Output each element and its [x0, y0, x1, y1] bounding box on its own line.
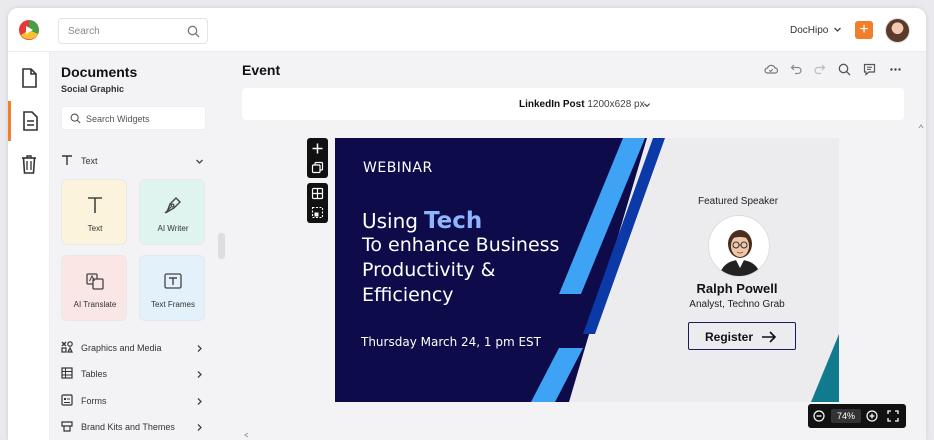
- scroll-left-icon[interactable]: [244, 432, 250, 438]
- redo-icon[interactable]: [814, 63, 826, 75]
- chevron-right-icon: [197, 398, 202, 405]
- cloud-save-icon[interactable]: [764, 63, 778, 75]
- featured-speaker-label[interactable]: Featured Speaker: [698, 196, 778, 207]
- text-section-label: Text: [81, 156, 98, 166]
- document-icon: [23, 111, 38, 131]
- tile-label: Text: [87, 224, 103, 233]
- size-label: LinkedIn Post 1200x628 px: [519, 99, 645, 110]
- tile-text[interactable]: Text: [61, 179, 127, 245]
- page-tools: [307, 138, 328, 178]
- translate-icon: [86, 273, 104, 290]
- shapes-icon: [61, 341, 73, 353]
- webinar-eyebrow[interactable]: WEBINAR: [363, 160, 433, 176]
- undo-icon[interactable]: [790, 63, 802, 75]
- vertical-scrollbar[interactable]: [918, 124, 924, 434]
- rail-item-documents[interactable]: [8, 101, 50, 141]
- search-icon: [70, 113, 81, 124]
- zoom-control: 74%: [808, 404, 906, 428]
- widget-panel: Documents Social Graphic Search Widgets …: [50, 52, 218, 440]
- tile-label: AI Writer: [157, 224, 189, 233]
- text-frame-icon: [164, 273, 182, 289]
- search-placeholder: Search: [68, 26, 100, 37]
- register-label: Register: [705, 330, 754, 344]
- tile-label: Text Frames: [150, 300, 195, 309]
- size-dims: 1200x628 px: [587, 99, 645, 110]
- headline-line[interactable]: To enhance Business: [362, 234, 559, 256]
- headline-first-line[interactable]: Using Tech: [362, 208, 482, 234]
- widget-search-input[interactable]: Search Widgets: [61, 106, 206, 130]
- size-selector[interactable]: LinkedIn Post 1200x628 px: [242, 88, 904, 120]
- section-label: Forms: [81, 396, 107, 406]
- arrow-right-icon: [762, 331, 777, 343]
- section-label: Graphics and Media: [81, 343, 162, 353]
- fullscreen-icon[interactable]: [887, 410, 899, 422]
- add-page-icon[interactable]: [311, 142, 324, 155]
- text-icon: [62, 155, 72, 165]
- chevron-down-icon: [196, 159, 203, 164]
- tile-ai-writer[interactable]: AI Writer: [139, 179, 205, 245]
- app-window: Search DocHipo + Documents Social Graphi…: [8, 8, 926, 440]
- search-input[interactable]: Search: [58, 18, 208, 44]
- section-label: Tables: [81, 369, 108, 379]
- widget-search-placeholder: Search Widgets: [86, 114, 150, 124]
- left-rail: [8, 52, 50, 440]
- chevron-right-icon: [197, 424, 202, 431]
- panel-collapse-handle[interactable]: [218, 233, 225, 259]
- tile-label: AI Translate: [73, 300, 117, 309]
- pen-nib-icon: [164, 197, 181, 214]
- chevron-down-icon[interactable]: [833, 25, 842, 34]
- zoom-value[interactable]: 74%: [831, 409, 861, 423]
- top-bar: Search DocHipo +: [8, 8, 926, 52]
- tile-ai-translate[interactable]: AI Translate: [61, 255, 127, 321]
- more-options-icon[interactable]: [889, 63, 902, 76]
- rail-item-new[interactable]: [8, 58, 50, 98]
- size-name: LinkedIn Post: [519, 99, 585, 110]
- brand-kit-icon: [61, 421, 73, 432]
- form-icon: [61, 394, 73, 406]
- speaker-name[interactable]: Ralph Powell: [655, 281, 819, 296]
- workspace-selector-label[interactable]: DocHipo: [790, 25, 828, 36]
- tile-text-frames[interactable]: Text Frames: [139, 255, 205, 321]
- text-section-header[interactable]: Text: [61, 152, 206, 170]
- grid-tools: [307, 183, 328, 223]
- chevron-right-icon: [197, 345, 202, 352]
- table-icon: [61, 367, 73, 379]
- panel-title: Documents: [61, 64, 138, 80]
- zoom-in-icon[interactable]: [866, 410, 878, 422]
- section-tables[interactable]: Tables: [61, 365, 206, 383]
- headline-highlight: Tech: [424, 208, 483, 234]
- zoom-out-icon[interactable]: [813, 410, 825, 422]
- grid-icon[interactable]: [311, 187, 324, 200]
- duplicate-icon[interactable]: [311, 161, 324, 174]
- headline-line[interactable]: Productivity &: [362, 259, 496, 281]
- search-icon: [187, 25, 200, 38]
- headline-lead: Using: [362, 209, 418, 233]
- event-date[interactable]: Thursday March 24, 1 pm EST: [361, 335, 541, 349]
- chevron-right-icon: [197, 371, 202, 378]
- text-icon: [88, 197, 102, 213]
- design-canvas[interactable]: WEBINAR Using Tech To enhance Business Pr…: [335, 138, 839, 402]
- search-icon[interactable]: [838, 63, 851, 76]
- create-button[interactable]: +: [855, 21, 873, 39]
- headline-line[interactable]: Efficiency: [362, 284, 454, 306]
- speaker-role[interactable]: Analyst, Techno Grab: [655, 299, 819, 310]
- speaker-photo[interactable]: [708, 215, 770, 277]
- user-avatar[interactable]: [885, 18, 910, 43]
- section-forms[interactable]: Forms: [61, 392, 206, 410]
- document-title[interactable]: Event: [242, 62, 280, 78]
- register-button[interactable]: Register: [688, 322, 796, 350]
- section-label: Brand Kits and Themes: [81, 422, 175, 432]
- section-graphics-media[interactable]: Graphics and Media: [61, 339, 206, 357]
- app-logo-icon[interactable]: [18, 19, 40, 41]
- file-icon: [22, 68, 37, 88]
- comment-icon[interactable]: [863, 63, 876, 76]
- section-brand-kits[interactable]: Brand Kits and Themes: [61, 418, 206, 436]
- rail-item-trash[interactable]: [8, 144, 50, 184]
- chevron-down-icon: [643, 103, 651, 108]
- panel-subtitle: Social Graphic: [61, 84, 125, 94]
- select-area-icon[interactable]: [311, 206, 324, 219]
- trash-icon: [22, 155, 36, 174]
